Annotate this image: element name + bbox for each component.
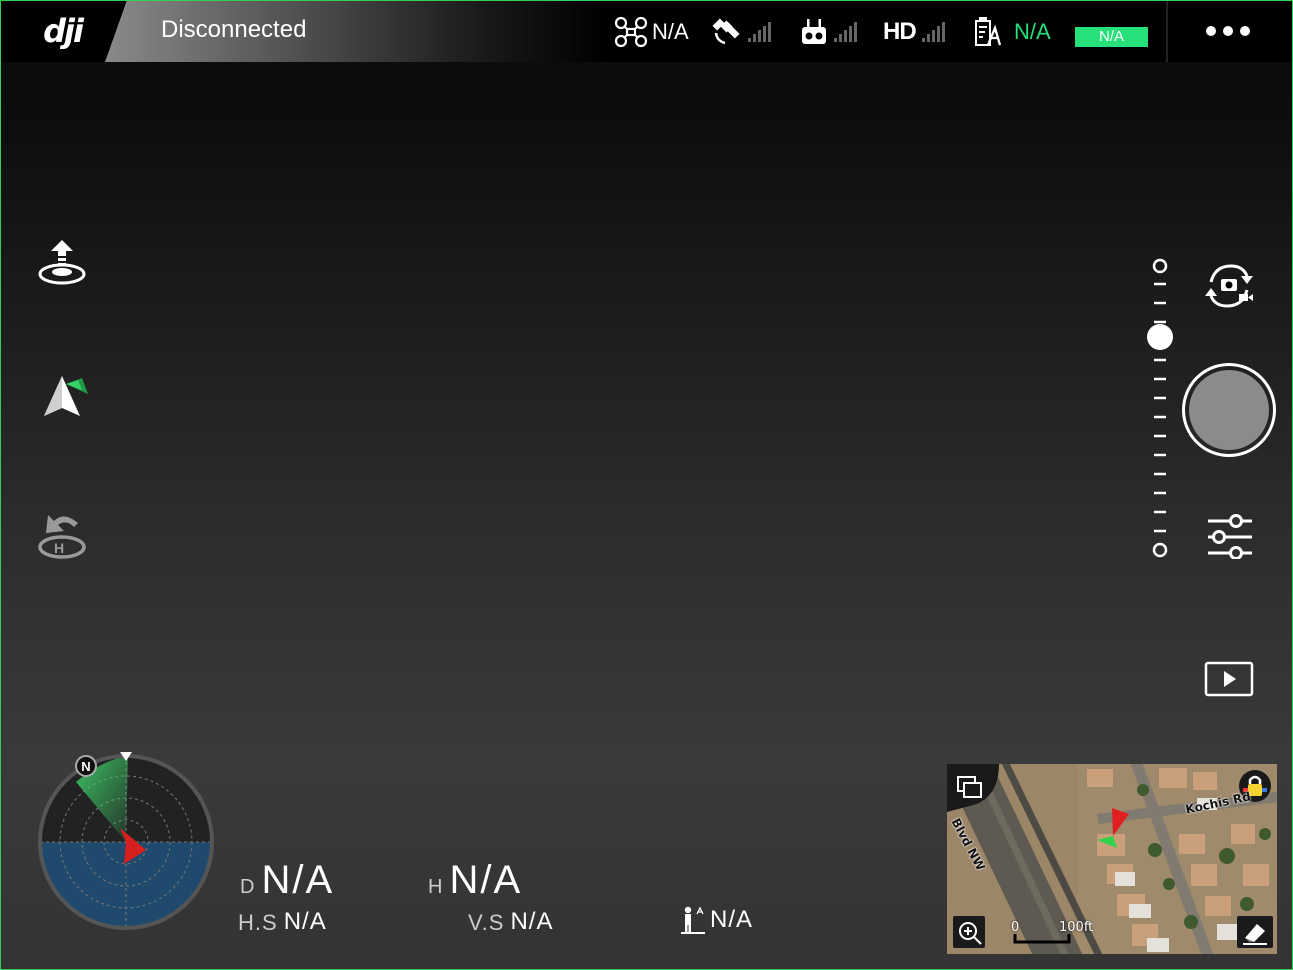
more-dot-icon [1223, 26, 1233, 36]
vertical-speed-label: V.S [468, 910, 505, 935]
svg-text:H: H [54, 540, 64, 556]
hd-video-signal[interactable]: HD [883, 14, 945, 50]
remote-signal-bars [834, 22, 857, 42]
vertical-speed-value: N/A [510, 908, 554, 935]
auto-takeoff-button[interactable] [30, 230, 94, 294]
horizontal-speed-label: H.S [238, 910, 278, 935]
aircraft-status-value: N/A [652, 19, 689, 44]
height-label: H [428, 876, 444, 898]
gps-signal-bars [748, 22, 771, 42]
horizontal-speed-value: N/A [283, 908, 327, 935]
vps-person-icon [681, 906, 705, 934]
connection-status[interactable]: Disconnected [161, 16, 306, 44]
more-dot-icon [1240, 26, 1250, 36]
distance-readout: D N/A [240, 858, 334, 903]
logo-text: dji [43, 12, 84, 50]
return-home-icon: H [38, 515, 86, 559]
dji-logo[interactable]: dji [0, 0, 125, 62]
aircraft-status[interactable]: N/A [614, 14, 689, 50]
intelligent-flight-button[interactable] [30, 364, 94, 428]
radar-north-label: N [81, 759, 90, 774]
gimbal-slider-thumb [1147, 324, 1173, 350]
drone-icon [614, 16, 648, 48]
attitude-radar: N [38, 752, 214, 930]
map-clear-path-icon[interactable] [1241, 920, 1269, 946]
auto-takeoff-icon [38, 240, 86, 285]
camera-video-switch-button[interactable] [1198, 258, 1260, 314]
satellite-icon [712, 18, 740, 45]
camera-settings-icon [1208, 514, 1252, 559]
vps-height-readout: N/A [680, 906, 753, 934]
distance-label: D [240, 876, 256, 898]
height-readout: H N/A [428, 858, 522, 903]
playback-icon [1204, 661, 1254, 697]
top-status-bar: dji Disconnected N/A HD N/A N/A [0, 0, 1293, 62]
menu-divider [1166, 0, 1168, 62]
map-layers-icon[interactable] [955, 774, 985, 802]
distance-value: N/A [261, 858, 335, 902]
remote-controller-icon [802, 19, 826, 44]
horizontal-speed-readout: H.S N/A [238, 908, 327, 936]
camera-video-switch-icon [1205, 264, 1253, 308]
shutter-button[interactable] [1182, 363, 1276, 457]
camera-settings-button[interactable] [1203, 510, 1255, 562]
navigation-icon [44, 376, 88, 416]
battery-level-bar: N/A [1075, 27, 1148, 47]
map-scale-label: 100ft [1059, 920, 1094, 935]
more-menu-button[interactable] [1200, 18, 1256, 44]
shutter-inner [1189, 370, 1269, 450]
remote-signal[interactable] [800, 14, 857, 50]
map-zoom-in-icon[interactable] [957, 920, 983, 946]
battery-value: N/A [1014, 19, 1051, 44]
mini-map[interactable]: Blvd NW Kochis Rd 0 100ft [947, 764, 1277, 954]
gimbal-slider[interactable] [1145, 255, 1175, 560]
map-satellite-image [947, 764, 1277, 954]
gps-signal[interactable] [712, 14, 771, 50]
map-scale-zero: 0 [1011, 920, 1020, 935]
playback-button[interactable] [1203, 660, 1255, 698]
hd-label: HD [883, 18, 917, 45]
more-dot-icon [1206, 26, 1216, 36]
return-home-button[interactable]: H [30, 503, 94, 567]
vertical-speed-readout: V.S N/A [468, 908, 553, 936]
height-value: N/A [449, 858, 523, 902]
vps-height-value: N/A [710, 906, 754, 933]
battery-status[interactable]: N/A [972, 14, 1051, 50]
hd-signal-bars [921, 22, 945, 42]
battery-icon [975, 17, 1002, 46]
